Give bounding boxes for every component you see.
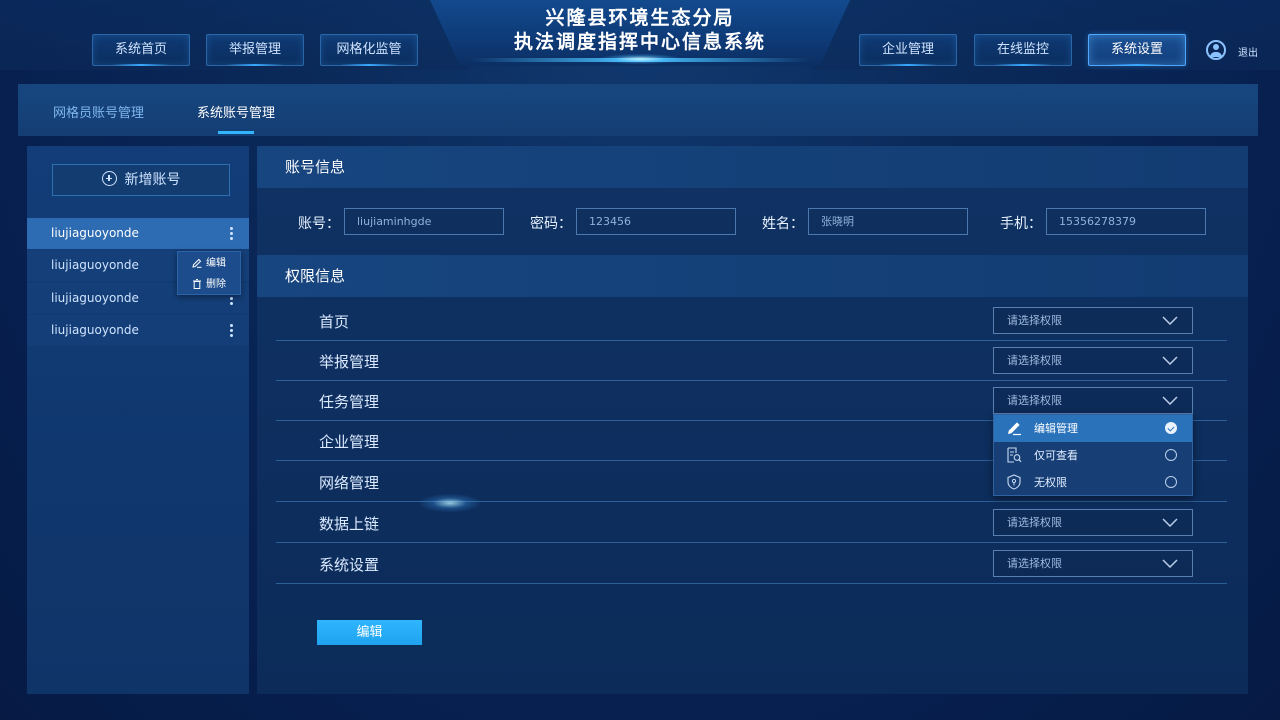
more-vertical-icon[interactable] — [230, 324, 233, 337]
nav-enterprise-management[interactable]: 企业管理 — [859, 34, 957, 66]
pencil-icon — [1008, 422, 1021, 436]
shield-icon — [1007, 474, 1021, 490]
permission-select[interactable]: 请选择权限 — [993, 509, 1193, 536]
tab-system-account-management[interactable]: 系统账号管理 — [197, 102, 275, 121]
context-edit-item[interactable]: 编辑 — [178, 253, 242, 274]
edit-button[interactable]: 编辑 — [317, 620, 422, 645]
chevron-down-icon — [1162, 396, 1178, 405]
trash-icon — [193, 279, 201, 289]
phone-field-label: 手机： — [1000, 216, 1042, 232]
phone-field[interactable]: 15356278379 — [1046, 208, 1206, 235]
nav-report-management[interactable]: 举报管理 — [206, 34, 304, 66]
dropdown-option-no-permission[interactable]: 无权限 — [994, 469, 1192, 496]
permission-select-open[interactable]: 请选择权限 — [993, 387, 1193, 414]
app-title: 兴隆县环境生态分局 执法调度指挥中心信息系统 — [430, 6, 850, 54]
account-field-label: 账号： — [298, 216, 340, 232]
account-list-item[interactable]: liujiaguoyonde — [27, 315, 249, 346]
chevron-down-icon — [1162, 518, 1178, 527]
permission-select-placeholder: 请选择权限 — [1007, 354, 1062, 367]
account-name: liujiaguoyonde — [51, 291, 139, 305]
permission-info-header: 权限信息 — [257, 255, 1248, 297]
account-list-panel: 新增账号 liujiaguoyonde liujiaguoyonde liuji… — [27, 146, 249, 694]
user-icon[interactable] — [1206, 40, 1226, 60]
permission-row: 系统设置 请选择权限 — [276, 544, 1227, 584]
account-context-menu: 编辑 删除 — [177, 251, 241, 295]
permission-row: 数据上链 请选择权限 — [276, 503, 1227, 543]
dropdown-option-view-only[interactable]: 仅可查看 — [994, 442, 1192, 469]
permission-label: 数据上链 — [319, 515, 380, 533]
nav-online-monitoring[interactable]: 在线监控 — [974, 34, 1072, 66]
context-delete-item[interactable]: 删除 — [178, 274, 242, 295]
title-glow-spot — [600, 54, 680, 64]
app-title-line2: 执法调度指挥中心信息系统 — [513, 31, 766, 53]
permission-label: 首页 — [319, 313, 350, 331]
radio-empty-icon — [1165, 449, 1177, 461]
subtab-bar: 网格员账号管理 系统账号管理 — [18, 84, 1258, 136]
tab-grid-account-management[interactable]: 网格员账号管理 — [53, 102, 144, 121]
permission-select-placeholder: 请选择权限 — [1007, 557, 1062, 570]
context-edit-label: 编辑 — [206, 258, 226, 269]
dropdown-option-label: 编辑管理 — [1034, 422, 1078, 435]
name-field[interactable]: 张晓明 — [808, 208, 968, 235]
permission-label: 任务管理 — [319, 393, 380, 411]
dropdown-option-label: 仅可查看 — [1034, 449, 1078, 462]
plus-circle-icon — [101, 171, 117, 186]
permission-label: 系统设置 — [319, 556, 380, 574]
permission-row: 举报管理 请选择权限 — [276, 341, 1227, 381]
permission-label: 网络管理 — [319, 474, 380, 492]
nav-home[interactable]: 系统首页 — [92, 34, 190, 66]
account-name: liujiaguoyonde — [51, 323, 139, 337]
password-field[interactable]: 123456 — [576, 208, 736, 235]
chevron-down-icon — [1162, 316, 1178, 325]
account-name: liujiaguoyonde — [51, 258, 139, 272]
permission-dropdown-menu: 编辑管理 仅可查看 无权限 — [993, 414, 1193, 496]
chevron-down-icon — [1162, 559, 1178, 568]
permission-select[interactable]: 请选择权限 — [993, 550, 1193, 577]
app-title-line1: 兴隆县环境生态分局 — [545, 7, 735, 29]
permission-select-placeholder: 请选择权限 — [1007, 394, 1062, 407]
permission-select-placeholder: 请选择权限 — [1007, 516, 1062, 529]
nav-grid-supervision[interactable]: 网格化监管 — [320, 34, 418, 66]
context-delete-label: 删除 — [206, 279, 226, 290]
permission-select[interactable]: 请选择权限 — [993, 307, 1193, 334]
chevron-down-icon — [1162, 356, 1178, 365]
password-field-label: 密码： — [530, 216, 572, 232]
more-vertical-icon[interactable] — [230, 227, 233, 240]
radio-checked-icon — [1165, 422, 1177, 434]
permission-label: 举报管理 — [319, 353, 380, 371]
account-info-header: 账号信息 — [257, 146, 1248, 188]
pencil-icon — [192, 258, 202, 268]
permission-label: 企业管理 — [319, 433, 380, 451]
top-header: 兴隆县环境生态分局 执法调度指挥中心信息系统 系统首页 举报管理 网格化监管 企… — [0, 0, 1280, 78]
active-tab-underline — [218, 131, 254, 134]
permission-row: 首页 请选择权限 — [276, 301, 1227, 341]
add-account-button[interactable]: 新增账号 — [52, 164, 230, 196]
add-account-label: 新增账号 — [124, 172, 181, 188]
account-field[interactable]: liujiaminhgde — [344, 208, 504, 235]
radio-empty-icon — [1165, 476, 1177, 488]
name-field-label: 姓名： — [762, 216, 804, 232]
logout-link[interactable]: 退出 — [1238, 44, 1258, 59]
document-search-icon — [1007, 447, 1022, 463]
permission-select-placeholder: 请选择权限 — [1007, 314, 1062, 327]
nav-system-settings[interactable]: 系统设置 — [1088, 34, 1186, 66]
dropdown-option-label: 无权限 — [1034, 476, 1067, 489]
account-name: liujiaguoyonde — [51, 226, 139, 240]
dropdown-option-edit[interactable]: 编辑管理 — [994, 415, 1192, 442]
permission-select[interactable]: 请选择权限 — [993, 347, 1193, 374]
account-list-item[interactable]: liujiaguoyonde — [27, 218, 249, 249]
decorative-glow — [420, 494, 480, 512]
